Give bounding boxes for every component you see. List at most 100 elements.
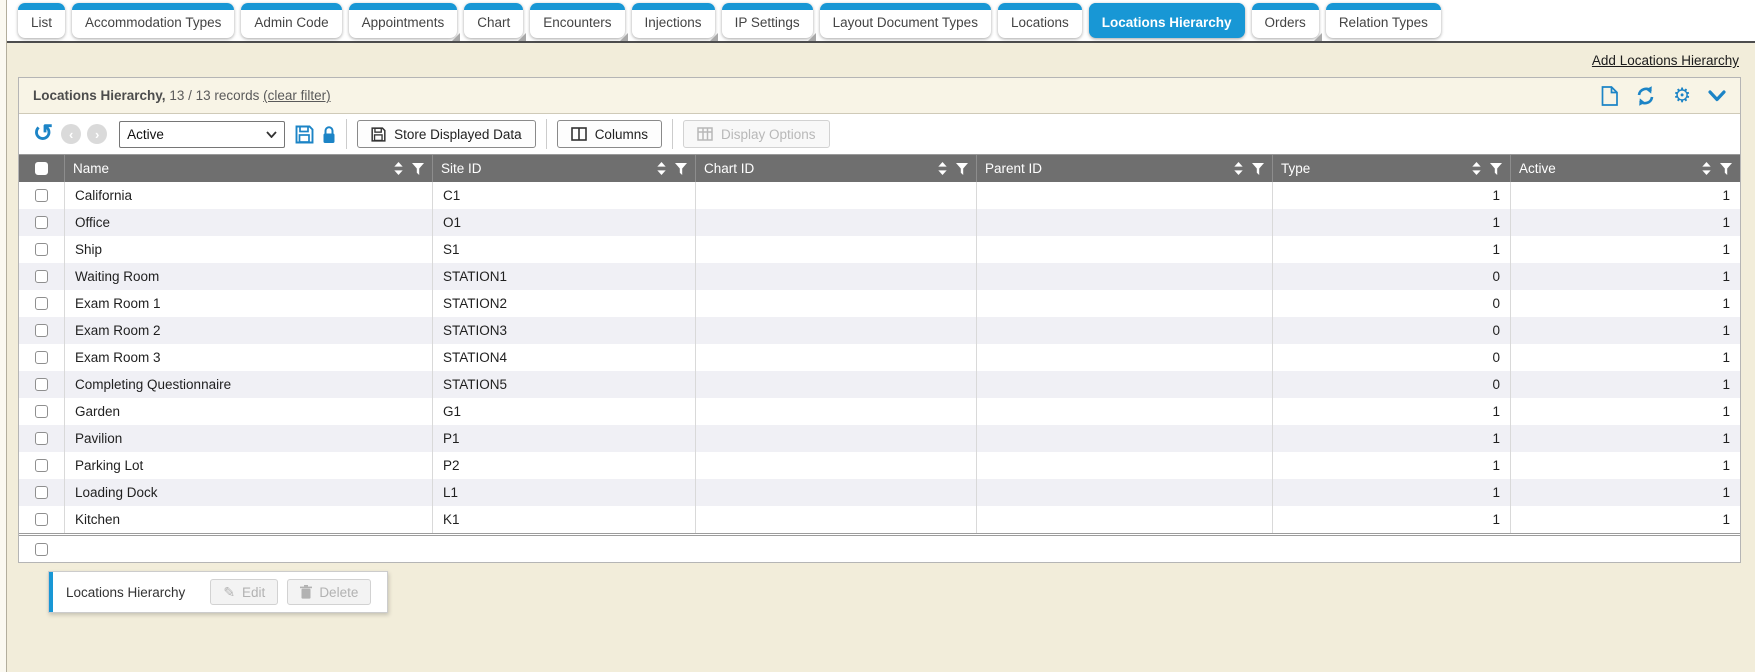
- filter-icon[interactable]: [412, 163, 424, 175]
- new-document-icon[interactable]: [1601, 86, 1618, 106]
- tab-accommodation-types[interactable]: Accommodation Types: [72, 3, 234, 38]
- row-checkbox[interactable]: [35, 351, 48, 364]
- table-row[interactable]: Exam Room 1STATION201: [19, 290, 1740, 317]
- table-row[interactable]: OfficeO111: [19, 209, 1740, 236]
- table-row[interactable]: Exam Room 2STATION301: [19, 317, 1740, 344]
- save-view-icon[interactable]: [295, 125, 314, 144]
- row-checkbox[interactable]: [35, 324, 48, 337]
- tab-label: Layout Document Types: [820, 10, 991, 38]
- cell-parent-id: [976, 506, 1272, 533]
- row-checkbox[interactable]: [35, 432, 48, 445]
- tab-encounters[interactable]: Encounters: [530, 3, 624, 38]
- tab-list[interactable]: List: [18, 3, 65, 38]
- table-row[interactable]: KitchenK111: [19, 506, 1740, 533]
- column-header-chart-id[interactable]: Chart ID: [695, 155, 976, 182]
- filter-icon[interactable]: [675, 163, 687, 175]
- tab-ip-settings[interactable]: IP Settings: [722, 3, 813, 38]
- column-header-site-id[interactable]: Site ID: [432, 155, 695, 182]
- tab-injections[interactable]: Injections: [632, 3, 715, 38]
- collapse-panel-icon[interactable]: [1708, 90, 1726, 102]
- cell-parent-id: [976, 236, 1272, 263]
- tab-label: IP Settings: [722, 10, 813, 38]
- sort-icon[interactable]: [1702, 162, 1711, 175]
- store-displayed-data-button[interactable]: Store Displayed Data: [357, 120, 536, 148]
- row-checkbox-cell: [19, 398, 64, 425]
- selection-panel-title: Locations Hierarchy: [66, 585, 185, 600]
- filter-select[interactable]: Active: [119, 121, 285, 148]
- table-row[interactable]: PavilionP111: [19, 425, 1740, 452]
- tab-admin-code[interactable]: Admin Code: [241, 3, 341, 38]
- filter-icon[interactable]: [1252, 163, 1264, 175]
- column-header-active[interactable]: Active: [1510, 155, 1740, 182]
- cell-parent-id: [976, 263, 1272, 290]
- table-row[interactable]: ShipS111: [19, 236, 1740, 263]
- add-locations-hierarchy-link[interactable]: Add Locations Hierarchy: [1592, 53, 1739, 68]
- row-checkbox[interactable]: [35, 459, 48, 472]
- panel-title: Locations Hierarchy,: [33, 88, 166, 103]
- clear-filter-link[interactable]: (clear filter): [263, 88, 331, 103]
- toolbar-divider: [546, 119, 547, 149]
- cell-chart-id: [695, 236, 976, 263]
- select-all-checkbox[interactable]: [35, 162, 48, 175]
- cell-site-id: O1: [432, 209, 695, 236]
- column-header-name[interactable]: Name: [64, 155, 432, 182]
- cell-chart-id: [695, 209, 976, 236]
- cell-active: 1: [1510, 344, 1740, 371]
- tab-label: Injections: [632, 10, 715, 38]
- sort-icon[interactable]: [657, 162, 666, 175]
- tab-layout-document-types[interactable]: Layout Document Types: [820, 3, 991, 38]
- delete-button[interactable]: Delete: [287, 579, 371, 605]
- tab-locations-hierarchy[interactable]: Locations Hierarchy: [1089, 3, 1245, 38]
- cell-site-id: STATION5: [432, 371, 695, 398]
- table-row[interactable]: Parking LotP211: [19, 452, 1740, 479]
- table-row[interactable]: Loading DockL111: [19, 479, 1740, 506]
- row-checkbox[interactable]: [35, 270, 48, 283]
- sort-icon[interactable]: [938, 162, 947, 175]
- row-checkbox[interactable]: [35, 216, 48, 229]
- table-row[interactable]: Exam Room 3STATION401: [19, 344, 1740, 371]
- edit-button[interactable]: ✎ Edit: [210, 579, 278, 605]
- gear-icon[interactable]: ⚙: [1673, 83, 1691, 108]
- tab-locations[interactable]: Locations: [998, 3, 1082, 38]
- nav-back-button[interactable]: ‹: [61, 124, 81, 144]
- table-row[interactable]: Waiting RoomSTATION101: [19, 263, 1740, 290]
- footer-checkbox[interactable]: [35, 543, 48, 556]
- row-checkbox[interactable]: [35, 486, 48, 499]
- refresh-icon[interactable]: [1635, 86, 1656, 106]
- table-row[interactable]: CaliforniaC111: [19, 182, 1740, 209]
- column-header-parent-id[interactable]: Parent ID: [976, 155, 1272, 182]
- row-checkbox[interactable]: [35, 243, 48, 256]
- sort-icon[interactable]: [1472, 162, 1481, 175]
- tab-chart[interactable]: Chart: [464, 3, 523, 38]
- row-checkbox-cell: [19, 425, 64, 452]
- lock-icon[interactable]: [322, 125, 336, 144]
- display-options-button[interactable]: Display Options: [683, 120, 830, 148]
- cell-chart-id: [695, 182, 976, 209]
- table-row[interactable]: Completing QuestionnaireSTATION501: [19, 371, 1740, 398]
- row-checkbox[interactable]: [35, 189, 48, 202]
- tab-label: List: [18, 10, 65, 38]
- sort-icon[interactable]: [1234, 162, 1243, 175]
- tab-relation-types[interactable]: Relation Types: [1326, 3, 1441, 38]
- nav-forward-button[interactable]: ›: [87, 124, 107, 144]
- column-header-label: Active: [1519, 161, 1702, 176]
- row-checkbox[interactable]: [35, 297, 48, 310]
- filter-icon[interactable]: [1720, 163, 1732, 175]
- table-row[interactable]: GardenG111: [19, 398, 1740, 425]
- row-checkbox[interactable]: [35, 513, 48, 526]
- tab-appointments[interactable]: Appointments: [349, 3, 458, 38]
- display-options-icon: [697, 127, 713, 141]
- row-checkbox[interactable]: [35, 405, 48, 418]
- cell-type: 1: [1272, 425, 1510, 452]
- sort-icon[interactable]: [394, 162, 403, 175]
- undo-icon[interactable]: ↺: [33, 124, 53, 144]
- filter-icon[interactable]: [1490, 163, 1502, 175]
- cell-type: 0: [1272, 371, 1510, 398]
- column-header-type[interactable]: Type: [1272, 155, 1510, 182]
- filter-icon[interactable]: [956, 163, 968, 175]
- row-checkbox[interactable]: [35, 378, 48, 391]
- tab-orders[interactable]: Orders: [1252, 3, 1319, 38]
- tab-bar: ListAccommodation TypesAdmin CodeAppoint…: [7, 0, 1755, 41]
- columns-button[interactable]: Columns: [557, 120, 662, 148]
- select-all-header-cell: [19, 155, 64, 182]
